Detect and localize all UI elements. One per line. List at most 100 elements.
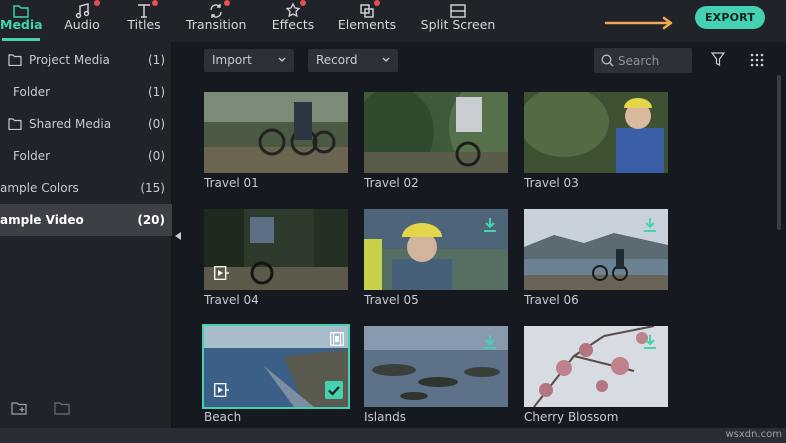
sidebar-item-label: ample Video bbox=[0, 213, 84, 227]
sidebar-item-label: Folder bbox=[13, 149, 51, 163]
tab-effects-label: Effects bbox=[271, 17, 315, 32]
video-clip-icon bbox=[214, 266, 229, 280]
thumbnail-image bbox=[204, 92, 348, 173]
grid-view-icon[interactable] bbox=[750, 53, 764, 67]
media-library-sidebar: Project Media (1) Folder (1) Shared Medi… bbox=[0, 42, 172, 443]
tile-caption: Travel 02 bbox=[364, 176, 419, 190]
thumbnail bbox=[524, 92, 668, 173]
thumbnail bbox=[204, 209, 348, 290]
media-tile-travel-06[interactable]: Travel 06 bbox=[524, 209, 668, 307]
folder-outline-icon[interactable] bbox=[54, 401, 70, 415]
selected-checkbox[interactable] bbox=[325, 381, 343, 399]
thumbnail bbox=[204, 92, 348, 173]
download-icon[interactable] bbox=[483, 334, 497, 350]
sidebar-item-shared-folder[interactable]: Folder (0) bbox=[0, 140, 172, 172]
effects-new-badge bbox=[300, 0, 306, 6]
media-tile-cherry-blossom[interactable]: Cherry Blossom bbox=[524, 326, 668, 424]
top-toolbar: Media Audio Titles Transition Effects El… bbox=[0, 0, 786, 42]
tab-elements-label: Elements bbox=[337, 17, 397, 32]
sidebar-item-label: ample Colors bbox=[0, 181, 79, 195]
tile-caption: Travel 06 bbox=[524, 293, 579, 307]
sidebar-item-count: (15) bbox=[140, 181, 165, 195]
sidebar-item-count: (20) bbox=[137, 213, 165, 227]
download-icon[interactable] bbox=[643, 334, 657, 350]
tab-audio-label: Audio bbox=[64, 17, 100, 32]
tab-split-screen[interactable]: Split Screen bbox=[420, 0, 496, 42]
tile-caption: Beach bbox=[204, 410, 242, 424]
sidebar-item-project-media[interactable]: Project Media (1) bbox=[0, 44, 172, 76]
chevron-down-icon bbox=[278, 57, 286, 62]
collapse-sidebar-icon[interactable] bbox=[175, 232, 181, 240]
tab-media-label: Media bbox=[0, 17, 43, 32]
tab-effects[interactable]: Effects bbox=[266, 0, 320, 42]
sidebar-item-project-folder[interactable]: Folder (1) bbox=[0, 76, 172, 108]
chevron-down-icon bbox=[382, 57, 390, 62]
tab-split-screen-label: Split Screen bbox=[420, 17, 496, 32]
tab-media[interactable]: Media bbox=[0, 0, 43, 42]
tab-audio[interactable]: Audio bbox=[60, 0, 104, 42]
media-scrollbar[interactable] bbox=[777, 75, 781, 230]
sidebar-item-label: Shared Media bbox=[29, 117, 112, 131]
sidebar-item-sample-video[interactable]: ample Video (20) bbox=[0, 204, 172, 236]
thumbnail bbox=[364, 209, 508, 290]
export-button[interactable]: EXPORT bbox=[695, 6, 765, 29]
titles-new-badge bbox=[152, 0, 158, 6]
active-tab-indicator bbox=[2, 38, 40, 41]
sidebar-item-count: (0) bbox=[148, 149, 165, 163]
media-tile-travel-02[interactable]: Travel 02 bbox=[364, 92, 508, 190]
search-input[interactable] bbox=[618, 51, 688, 70]
thumbnail bbox=[364, 326, 508, 407]
sidebar-item-label: Folder bbox=[13, 85, 51, 99]
filter-icon[interactable] bbox=[711, 52, 725, 67]
tab-titles-label: Titles bbox=[127, 17, 161, 32]
sidebar-item-count: (1) bbox=[148, 53, 165, 67]
media-tile-beach[interactable]: Beach bbox=[202, 324, 350, 424]
media-tile-islands[interactable]: Islands bbox=[364, 326, 508, 424]
tile-caption: Cherry Blossom bbox=[524, 410, 619, 424]
sidebar-item-shared-media[interactable]: Shared Media (0) bbox=[0, 108, 172, 140]
folder-icon bbox=[8, 54, 22, 66]
search-icon bbox=[601, 54, 614, 67]
media-tile-travel-04[interactable]: Travel 04 bbox=[204, 209, 348, 307]
audio-new-badge bbox=[94, 0, 100, 6]
tile-caption: Travel 05 bbox=[364, 293, 419, 307]
sidebar-item-count: (0) bbox=[148, 117, 165, 131]
import-label: Import bbox=[212, 53, 252, 67]
tile-caption: Islands bbox=[364, 410, 406, 424]
thumbnail bbox=[524, 326, 668, 407]
new-folder-icon[interactable] bbox=[11, 401, 27, 415]
thumbnail bbox=[202, 324, 350, 409]
record-label: Record bbox=[316, 53, 358, 67]
tile-caption: Travel 01 bbox=[204, 176, 259, 190]
tab-transition[interactable]: Transition bbox=[186, 0, 246, 42]
arrow-right-icon bbox=[604, 16, 673, 30]
tab-titles[interactable]: Titles bbox=[122, 0, 166, 42]
import-dropdown[interactable]: Import bbox=[204, 49, 294, 72]
tab-transition-label: Transition bbox=[186, 17, 247, 32]
folder-icon bbox=[8, 118, 22, 130]
watermark-text: wsxdn.com bbox=[725, 429, 782, 440]
video-clip-icon bbox=[214, 383, 229, 397]
tile-caption: Travel 04 bbox=[204, 293, 259, 307]
film-strip-icon bbox=[330, 332, 344, 346]
elements-new-badge bbox=[374, 0, 380, 6]
media-tile-travel-05[interactable]: Travel 05 bbox=[364, 209, 508, 307]
transition-new-badge bbox=[224, 0, 230, 6]
sidebar-item-sample-colors[interactable]: ample Colors (15) bbox=[0, 172, 172, 204]
media-tile-travel-03[interactable]: Travel 03 bbox=[524, 92, 668, 190]
checkmark-icon bbox=[328, 386, 340, 396]
thumbnail-image bbox=[364, 92, 508, 173]
sidebar-item-count: (1) bbox=[148, 85, 165, 99]
sidebar-item-label: Project Media bbox=[29, 53, 110, 67]
search-box[interactable] bbox=[594, 48, 692, 73]
download-icon[interactable] bbox=[643, 217, 657, 233]
download-icon[interactable] bbox=[483, 217, 497, 233]
media-tile-travel-01[interactable]: Travel 01 bbox=[204, 92, 348, 190]
thumbnail-image bbox=[524, 92, 668, 173]
tile-caption: Travel 03 bbox=[524, 176, 579, 190]
tab-elements[interactable]: Elements bbox=[336, 0, 398, 42]
thumbnail bbox=[364, 92, 508, 173]
record-dropdown[interactable]: Record bbox=[308, 49, 398, 72]
thumbnail bbox=[524, 209, 668, 290]
bottom-strip: wsxdn.com bbox=[0, 428, 786, 443]
